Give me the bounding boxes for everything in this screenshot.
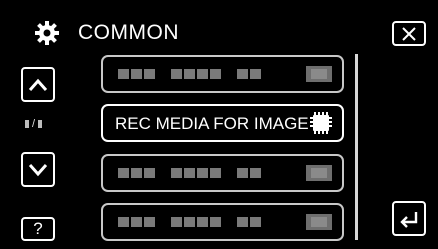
menu-title: COMMON [78, 21, 179, 44]
scrollbar-track[interactable] [355, 54, 358, 240]
gear-icon [35, 21, 59, 45]
scroll-down-button[interactable] [21, 152, 55, 187]
close-button[interactable] [392, 21, 426, 46]
menu-item-disabled [101, 203, 344, 241]
menu-screen: COMMON / ? REC MEDIA FOR IMAGE [0, 0, 438, 249]
page-indicator-current [25, 120, 29, 128]
scroll-up-button[interactable] [21, 67, 55, 102]
close-icon [402, 26, 416, 41]
help-button[interactable]: ? [21, 217, 55, 241]
disabled-item-value [306, 214, 332, 230]
menu-item-disabled [101, 55, 344, 93]
return-icon [400, 211, 418, 228]
disabled-item-value [306, 165, 332, 181]
disabled-item-value [306, 66, 332, 82]
page-indicator-separator: / [32, 117, 36, 130]
arrow-up-icon [28, 78, 48, 91]
page-indicator-total [38, 120, 43, 128]
arrow-down-icon [28, 163, 48, 176]
disabled-item-label [118, 69, 261, 79]
media-card-icon [310, 112, 332, 134]
menu-item-label: REC MEDIA FOR IMAGE [115, 114, 309, 133]
menu-item-rec-media-for-image[interactable]: REC MEDIA FOR IMAGE [101, 104, 344, 142]
menu-item-disabled [101, 154, 344, 192]
disabled-item-label [118, 217, 261, 227]
scrollbar-thumb[interactable] [355, 54, 358, 240]
disabled-item-label [118, 168, 261, 178]
help-label: ? [33, 219, 43, 238]
back-button[interactable] [392, 201, 426, 236]
page-indicator: / [25, 117, 55, 131]
